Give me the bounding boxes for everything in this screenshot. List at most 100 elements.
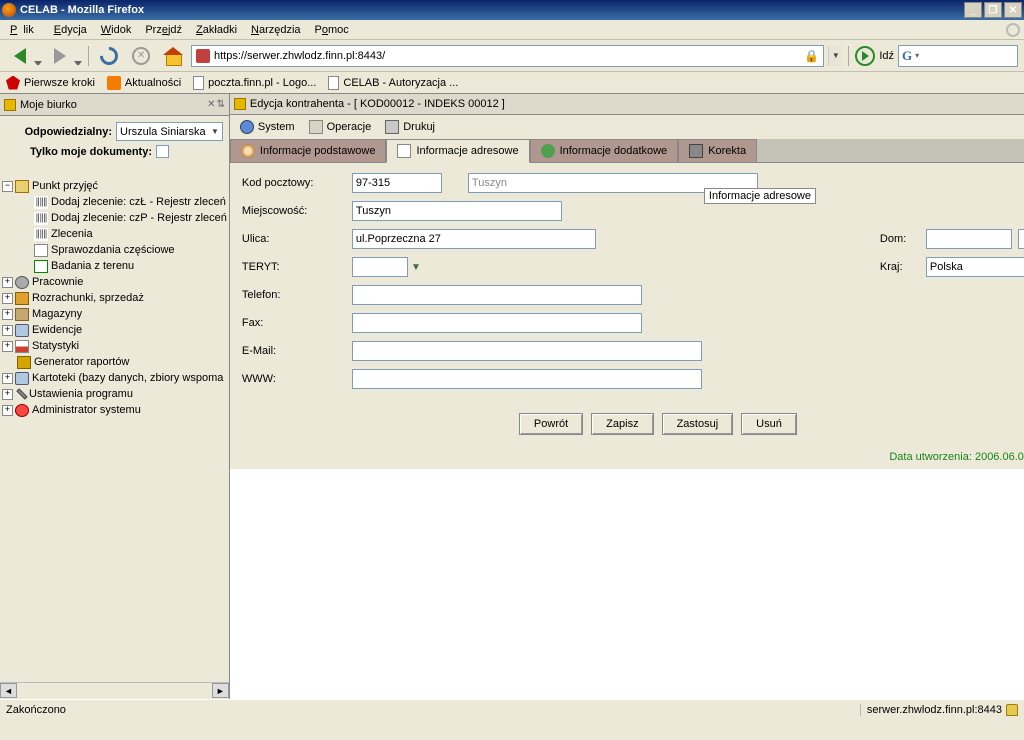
tree-item-rozrachunki[interactable]: + Rozrachunki, sprzedaż	[0, 290, 229, 306]
menu-plik[interactable]: Plik	[4, 22, 46, 38]
sidebar-collapse-icon[interactable]: ⇅	[217, 99, 225, 110]
input-www[interactable]	[352, 369, 702, 389]
button-zapisz[interactable]: Zapisz	[591, 413, 653, 435]
input-ulica[interactable]: ul.Poprzeczna 27	[352, 229, 596, 249]
menu-przejdz[interactable]: Przejdź	[139, 22, 188, 38]
lock-icon: 🔒	[804, 49, 819, 63]
chevron-down-icon[interactable]: ▼	[408, 257, 424, 277]
scroll-left-icon[interactable]: ◄	[0, 683, 17, 698]
bookmark-poczta[interactable]: poczta.finn.pl - Logo...	[193, 76, 316, 90]
statusbar: Zakończono serwer.zhwlodz.finn.pl:8443	[0, 699, 1024, 720]
menu-operacje[interactable]: Operacje	[303, 118, 378, 136]
input-dom-2[interactable]	[1018, 229, 1024, 249]
expand-icon[interactable]: +	[2, 325, 13, 336]
minimize-button[interactable]: _	[964, 2, 982, 18]
sidebar-expand-icon[interactable]: ✕	[207, 99, 215, 110]
home-button[interactable]	[159, 44, 187, 68]
back-dropdown[interactable]	[34, 61, 42, 67]
warehouse-icon	[15, 308, 29, 321]
tree-item-punkt[interactable]: − Punkt przyjęć	[0, 178, 229, 194]
tree-item-pracownie[interactable]: + Pracownie	[0, 274, 229, 290]
label-ulica: Ulica:	[242, 233, 342, 245]
tree-item-dodaj-czp[interactable]: Dodaj zlecenie: czP - Rejestr zleceń	[0, 210, 229, 226]
expand-icon[interactable]: +	[2, 293, 13, 304]
menu-system[interactable]: System	[234, 118, 301, 136]
tab-dodatkowe[interactable]: Informacje dodatkowe	[530, 139, 679, 162]
menu-narzedzia[interactable]: Narzędzia	[245, 22, 307, 38]
tab-podstawowe[interactable]: Informacje podstawowe	[230, 139, 387, 162]
button-zastosuj[interactable]: Zastosuj	[662, 413, 734, 435]
input-dom-1[interactable]	[926, 229, 1012, 249]
tree-item-admin[interactable]: + Administrator systemu	[0, 402, 229, 418]
system-icon	[240, 120, 254, 134]
url-bar[interactable]: https://serwer.zhwlodz.finn.pl:8443/ 🔒	[191, 45, 824, 67]
expand-icon[interactable]: +	[2, 389, 13, 400]
label-email: E-Mail:	[242, 345, 342, 357]
bookmark-celab-auth[interactable]: CELAB - Autoryzacja ...	[328, 76, 458, 90]
tree-item-badania[interactable]: Badania z terenu	[0, 258, 229, 274]
tree-item-zlecenia[interactable]: Zlecenia	[0, 226, 229, 242]
only-mine-checkbox[interactable]	[156, 145, 169, 158]
input-kraj[interactable]: Polska ▼	[926, 257, 1024, 277]
sidebar-scrollbar[interactable]: ◄ ►	[0, 682, 229, 699]
throbber-icon	[1006, 23, 1020, 37]
menu-zakladki[interactable]: Zakładki	[190, 22, 243, 38]
forward-dropdown[interactable]	[74, 61, 82, 67]
document-icon	[34, 260, 48, 273]
input-teryt[interactable]: ▼	[352, 257, 426, 277]
go-button[interactable]	[855, 46, 875, 66]
expand-icon[interactable]: +	[2, 341, 13, 352]
tree-item-ewidencje[interactable]: + Ewidencje	[0, 322, 229, 338]
expand-icon[interactable]: +	[2, 309, 13, 320]
scroll-right-icon[interactable]: ►	[212, 683, 229, 698]
input-kod[interactable]: 97-315	[352, 173, 442, 193]
print-icon	[385, 120, 399, 134]
reload-button[interactable]	[95, 44, 123, 68]
wrench-icon	[16, 388, 27, 399]
input-email[interactable]	[352, 341, 702, 361]
input-fax[interactable]	[352, 313, 642, 333]
url-dropdown[interactable]: ▼	[828, 46, 842, 66]
expand-icon[interactable]: +	[2, 405, 13, 416]
tab-korekta[interactable]: Korekta	[678, 139, 757, 162]
url-text: https://serwer.zhwlodz.finn.pl:8443/	[214, 50, 385, 62]
forward-button[interactable]	[46, 44, 74, 68]
input-telefon[interactable]	[352, 285, 642, 305]
tree-item-kartoteki[interactable]: + Kartoteki (bazy danych, zbiory wspoma	[0, 370, 229, 386]
bookmark-pierwsze-kroki[interactable]: Pierwsze kroki	[6, 76, 95, 90]
search-box[interactable]: G ▾	[898, 45, 1018, 67]
label-kod: Kod pocztowy:	[242, 177, 342, 189]
bookmarks-bar: Pierwsze kroki Aktualności poczta.finn.p…	[0, 72, 1024, 94]
tree-item-statystyki[interactable]: + Statystyki	[0, 338, 229, 354]
bookmark-aktualnosci[interactable]: Aktualności	[107, 76, 181, 90]
tree-item-ustawienia[interactable]: + Ustawienia programu	[0, 386, 229, 402]
tree-item-sprawozdania[interactable]: Sprawozdania częściowe	[0, 242, 229, 258]
menu-pomoc[interactable]: Pomoc	[309, 22, 355, 38]
tab-adresowe[interactable]: Informacje adresowe	[386, 139, 529, 163]
expand-icon[interactable]: +	[2, 277, 13, 288]
tree-item-dodaj-czl[interactable]: Dodaj zlecenie: czŁ - Rejestr zleceń	[0, 194, 229, 210]
button-powrot[interactable]: Powrót	[519, 413, 583, 435]
tree-item-generator[interactable]: Generator raportów	[0, 354, 229, 370]
timestamp: Data utworzenia: 2006.06.02 09:02:48	[230, 445, 1024, 469]
menu-edycja[interactable]: Edycja	[48, 22, 93, 38]
label-www: WWW:	[242, 373, 342, 385]
responsible-select[interactable]: Urszula Siniarska▼	[116, 122, 223, 141]
sidebar: Moje biurko ✕ ⇅ Odpowiedzialny: Urszula …	[0, 94, 230, 699]
back-button[interactable]	[6, 44, 34, 68]
label-fax: Fax:	[242, 317, 342, 329]
content-pane: Edycja kontrahenta - [ KOD00012 - INDEKS…	[230, 94, 1024, 699]
close-button[interactable]: ✕	[1004, 2, 1022, 18]
menu-widok[interactable]: Widok	[95, 22, 138, 38]
expand-icon[interactable]: +	[2, 373, 13, 384]
sidebar-icon	[4, 99, 16, 111]
admin-icon	[15, 404, 29, 417]
rss-icon	[107, 76, 121, 90]
menu-drukuj[interactable]: Drukuj	[379, 118, 441, 136]
stop-button[interactable]	[127, 44, 155, 68]
tree-item-magazyny[interactable]: + Magazyny	[0, 306, 229, 322]
button-usun[interactable]: Usuń	[741, 413, 797, 435]
restore-button[interactable]: ❐	[984, 2, 1002, 18]
collapse-icon[interactable]: −	[2, 181, 13, 192]
input-miejscowosc[interactable]: Tuszyn	[352, 201, 562, 221]
